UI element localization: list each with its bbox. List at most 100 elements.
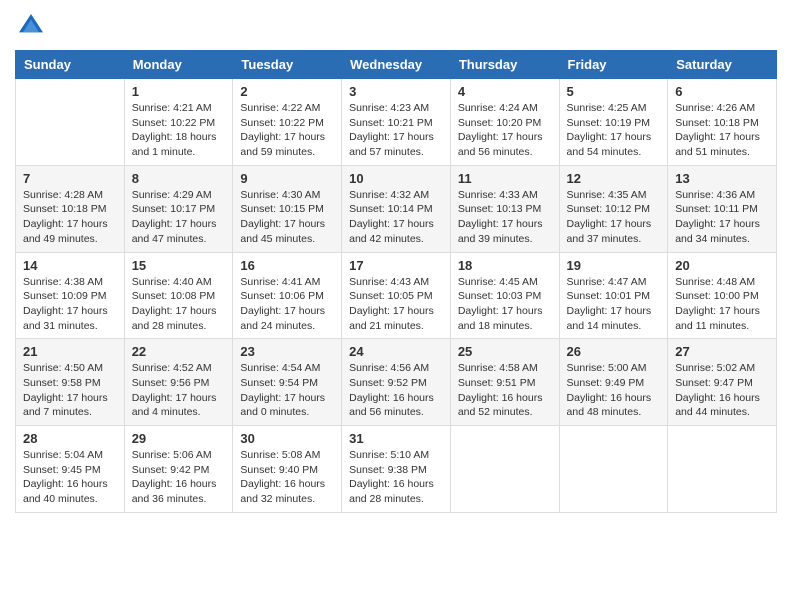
calendar-cell: 7 Sunrise: 4:28 AMSunset: 10:18 PMDayligh…	[16, 165, 125, 252]
weekday-header-tuesday: Tuesday	[233, 51, 342, 79]
calendar-cell: 8 Sunrise: 4:29 AMSunset: 10:17 PMDayligh…	[124, 165, 233, 252]
day-number: 15	[132, 258, 226, 273]
day-number: 9	[240, 171, 334, 186]
calendar-cell: 16 Sunrise: 4:41 AMSunset: 10:06 PMDaylig…	[233, 252, 342, 339]
day-info: Sunrise: 4:50 AMSunset: 9:58 PMDaylight:…	[23, 361, 117, 420]
day-number: 31	[349, 431, 443, 446]
calendar-week-row: 28 Sunrise: 5:04 AMSunset: 9:45 PMDayligh…	[16, 426, 777, 513]
day-info: Sunrise: 4:41 AMSunset: 10:06 PMDaylight…	[240, 275, 334, 334]
day-info: Sunrise: 4:52 AMSunset: 9:56 PMDaylight:…	[132, 361, 226, 420]
calendar-cell: 20 Sunrise: 4:48 AMSunset: 10:00 PMDaylig…	[668, 252, 777, 339]
calendar-cell: 30 Sunrise: 5:08 AMSunset: 9:40 PMDayligh…	[233, 426, 342, 513]
calendar-cell	[450, 426, 559, 513]
calendar-cell	[16, 79, 125, 166]
day-number: 26	[567, 344, 661, 359]
day-info: Sunrise: 4:48 AMSunset: 10:00 PMDaylight…	[675, 275, 769, 334]
day-info: Sunrise: 4:25 AMSunset: 10:19 PMDaylight…	[567, 101, 661, 160]
day-number: 29	[132, 431, 226, 446]
day-info: Sunrise: 4:23 AMSunset: 10:21 PMDaylight…	[349, 101, 443, 160]
logo	[15, 10, 51, 42]
day-number: 12	[567, 171, 661, 186]
calendar-week-row: 14 Sunrise: 4:38 AMSunset: 10:09 PMDaylig…	[16, 252, 777, 339]
calendar-cell: 15 Sunrise: 4:40 AMSunset: 10:08 PMDaylig…	[124, 252, 233, 339]
logo-icon	[15, 10, 47, 42]
day-info: Sunrise: 4:22 AMSunset: 10:22 PMDaylight…	[240, 101, 334, 160]
day-number: 25	[458, 344, 552, 359]
weekday-header-saturday: Saturday	[668, 51, 777, 79]
day-number: 5	[567, 84, 661, 99]
calendar-cell: 19Sunrise: 4:47 AMSunset: 10:01 PMDaylig…	[559, 252, 668, 339]
calendar-cell: 25 Sunrise: 4:58 AMSunset: 9:51 PMDayligh…	[450, 339, 559, 426]
day-number: 8	[132, 171, 226, 186]
day-info: Sunrise: 5:06 AMSunset: 9:42 PMDaylight:…	[132, 448, 226, 507]
day-number: 19	[567, 258, 661, 273]
day-info: Sunrise: 4:33 AMSunset: 10:13 PMDaylight…	[458, 188, 552, 247]
calendar-cell: 4Sunrise: 4:24 AMSunset: 10:20 PMDayligh…	[450, 79, 559, 166]
day-number: 30	[240, 431, 334, 446]
day-number: 1	[132, 84, 226, 99]
calendar-cell: 31 Sunrise: 5:10 AMSunset: 9:38 PMDayligh…	[342, 426, 451, 513]
day-info: Sunrise: 4:26 AMSunset: 10:18 PMDaylight…	[675, 101, 769, 160]
day-number: 18	[458, 258, 552, 273]
calendar-cell	[668, 426, 777, 513]
calendar-week-row: 21 Sunrise: 4:50 AMSunset: 9:58 PMDayligh…	[16, 339, 777, 426]
day-info: Sunrise: 4:40 AMSunset: 10:08 PMDaylight…	[132, 275, 226, 334]
calendar-cell: 14 Sunrise: 4:38 AMSunset: 10:09 PMDaylig…	[16, 252, 125, 339]
calendar-table: SundayMondayTuesdayWednesdayThursdayFrid…	[15, 50, 777, 513]
calendar-cell: 22 Sunrise: 4:52 AMSunset: 9:56 PMDayligh…	[124, 339, 233, 426]
day-info: Sunrise: 4:28 AMSunset: 10:18 PMDaylight…	[23, 188, 117, 247]
day-number: 28	[23, 431, 117, 446]
day-info: Sunrise: 4:56 AMSunset: 9:52 PMDaylight:…	[349, 361, 443, 420]
calendar-week-row: 1 Sunrise: 4:21 AMSunset: 10:22 PMDayligh…	[16, 79, 777, 166]
day-info: Sunrise: 4:58 AMSunset: 9:51 PMDaylight:…	[458, 361, 552, 420]
day-number: 21	[23, 344, 117, 359]
weekday-header-friday: Friday	[559, 51, 668, 79]
day-number: 23	[240, 344, 334, 359]
page-header	[15, 10, 777, 42]
calendar-cell: 28 Sunrise: 5:04 AMSunset: 9:45 PMDayligh…	[16, 426, 125, 513]
day-info: Sunrise: 5:04 AMSunset: 9:45 PMDaylight:…	[23, 448, 117, 507]
day-number: 7	[23, 171, 117, 186]
day-info: Sunrise: 4:30 AMSunset: 10:15 PMDaylight…	[240, 188, 334, 247]
day-info: Sunrise: 4:38 AMSunset: 10:09 PMDaylight…	[23, 275, 117, 334]
day-number: 24	[349, 344, 443, 359]
calendar-cell: 12 Sunrise: 4:35 AMSunset: 10:12 PMDaylig…	[559, 165, 668, 252]
day-number: 14	[23, 258, 117, 273]
day-info: Sunrise: 4:54 AMSunset: 9:54 PMDaylight:…	[240, 361, 334, 420]
day-number: 3	[349, 84, 443, 99]
day-info: Sunrise: 5:02 AMSunset: 9:47 PMDaylight:…	[675, 361, 769, 420]
day-number: 4	[458, 84, 552, 99]
calendar-cell: 26 Sunrise: 5:00 AMSunset: 9:49 PMDayligh…	[559, 339, 668, 426]
calendar-cell: 29 Sunrise: 5:06 AMSunset: 9:42 PMDayligh…	[124, 426, 233, 513]
calendar-cell: 27 Sunrise: 5:02 AMSunset: 9:47 PMDayligh…	[668, 339, 777, 426]
day-number: 27	[675, 344, 769, 359]
day-number: 16	[240, 258, 334, 273]
day-info: Sunrise: 4:43 AMSunset: 10:05 PMDaylight…	[349, 275, 443, 334]
day-info: Sunrise: 5:00 AMSunset: 9:49 PMDaylight:…	[567, 361, 661, 420]
day-info: Sunrise: 4:29 AMSunset: 10:17 PMDaylight…	[132, 188, 226, 247]
calendar-cell: 23 Sunrise: 4:54 AMSunset: 9:54 PMDayligh…	[233, 339, 342, 426]
calendar-header-row: SundayMondayTuesdayWednesdayThursdayFrid…	[16, 51, 777, 79]
calendar-cell: 24 Sunrise: 4:56 AMSunset: 9:52 PMDayligh…	[342, 339, 451, 426]
page-container: SundayMondayTuesdayWednesdayThursdayFrid…	[0, 0, 792, 523]
calendar-cell: 17Sunrise: 4:43 AMSunset: 10:05 PMDaylig…	[342, 252, 451, 339]
day-info: Sunrise: 4:32 AMSunset: 10:14 PMDaylight…	[349, 188, 443, 247]
day-number: 13	[675, 171, 769, 186]
weekday-header-thursday: Thursday	[450, 51, 559, 79]
day-number: 20	[675, 258, 769, 273]
day-info: Sunrise: 5:10 AMSunset: 9:38 PMDaylight:…	[349, 448, 443, 507]
calendar-cell: 2Sunrise: 4:22 AMSunset: 10:22 PMDayligh…	[233, 79, 342, 166]
calendar-cell: 3 Sunrise: 4:23 AMSunset: 10:21 PMDayligh…	[342, 79, 451, 166]
day-info: Sunrise: 4:45 AMSunset: 10:03 PMDaylight…	[458, 275, 552, 334]
day-info: Sunrise: 4:21 AMSunset: 10:22 PMDaylight…	[132, 101, 226, 160]
day-info: Sunrise: 4:35 AMSunset: 10:12 PMDaylight…	[567, 188, 661, 247]
weekday-header-wednesday: Wednesday	[342, 51, 451, 79]
calendar-cell: 21 Sunrise: 4:50 AMSunset: 9:58 PMDayligh…	[16, 339, 125, 426]
day-number: 22	[132, 344, 226, 359]
calendar-cell: 11 Sunrise: 4:33 AMSunset: 10:13 PMDaylig…	[450, 165, 559, 252]
day-info: Sunrise: 4:36 AMSunset: 10:11 PMDaylight…	[675, 188, 769, 247]
calendar-cell: 10Sunrise: 4:32 AMSunset: 10:14 PMDaylig…	[342, 165, 451, 252]
day-number: 11	[458, 171, 552, 186]
day-info: Sunrise: 5:08 AMSunset: 9:40 PMDaylight:…	[240, 448, 334, 507]
calendar-cell: 1 Sunrise: 4:21 AMSunset: 10:22 PMDayligh…	[124, 79, 233, 166]
